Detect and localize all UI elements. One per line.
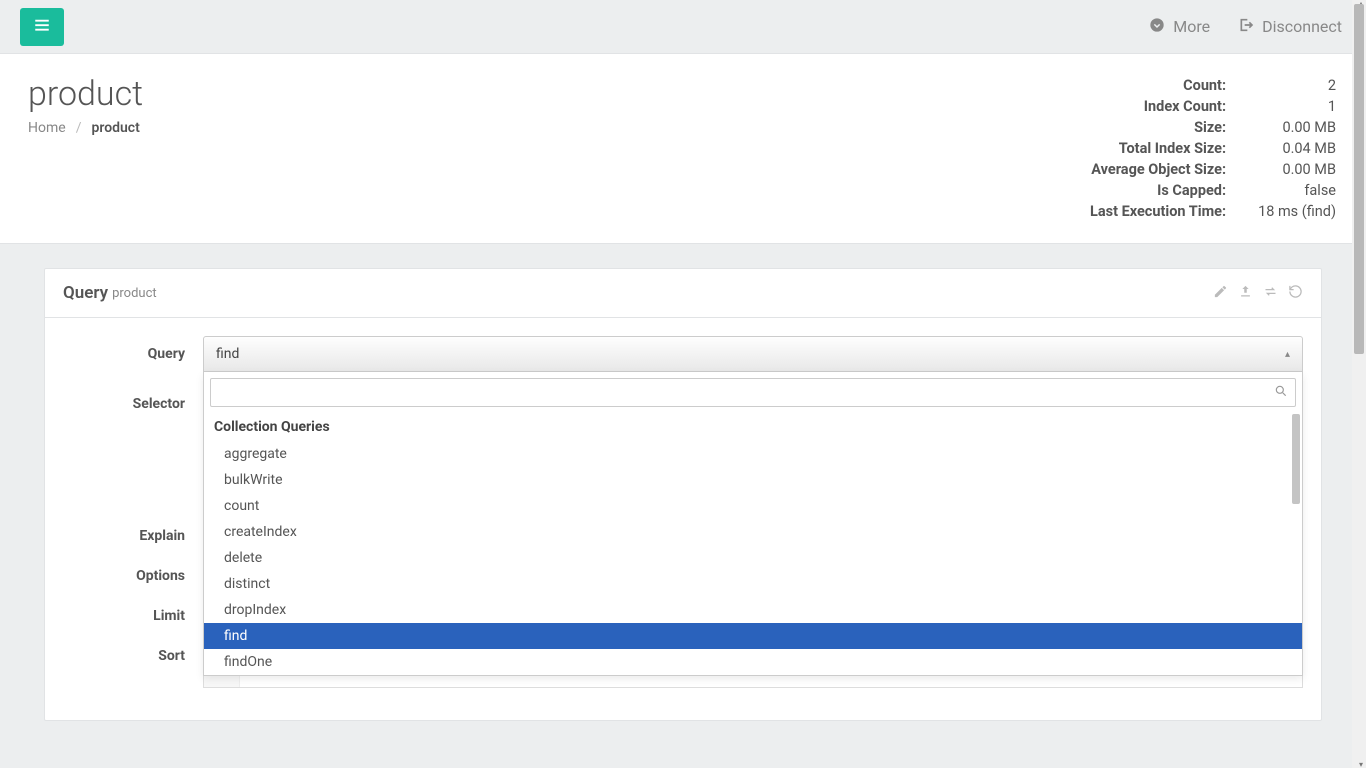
stat-label: Is Capped: xyxy=(1060,181,1226,200)
stat-value: 2 xyxy=(1228,76,1336,95)
query-dropdown: Collection Queries aggregatebulkWritecou… xyxy=(203,372,1303,676)
query-panel: Query product Query find ▴ xyxy=(44,268,1322,721)
search-icon xyxy=(1274,384,1288,402)
more-label: More xyxy=(1173,17,1210,36)
dropdown-item-findOne[interactable]: findOne xyxy=(204,649,1302,675)
stat-value: 0.00 MB xyxy=(1228,160,1336,179)
page-title: product xyxy=(28,74,1058,114)
stat-value: 0.04 MB xyxy=(1228,139,1336,158)
panel-title: Query xyxy=(63,283,108,303)
edit-icon[interactable] xyxy=(1213,284,1228,303)
disconnect-label: Disconnect xyxy=(1262,17,1342,36)
page-header: product Home / product Count:2 Index Cou… xyxy=(0,54,1366,244)
sort-field-label: Sort xyxy=(63,638,203,664)
breadcrumb: Home / product xyxy=(28,120,1058,136)
explain-field-label: Explain xyxy=(63,518,203,544)
page-scrollbar[interactable]: ▴ ▾ xyxy=(1352,0,1366,768)
stat-label: Count: xyxy=(1060,76,1226,95)
stat-label: Total Index Size: xyxy=(1060,139,1226,158)
dropdown-item-delete[interactable]: delete xyxy=(204,545,1302,571)
dropdown-item-bulkWrite[interactable]: bulkWrite xyxy=(204,467,1302,493)
topbar: More Disconnect xyxy=(0,0,1366,54)
dropdown-item-distinct[interactable]: distinct xyxy=(204,571,1302,597)
breadcrumb-current: product xyxy=(91,120,139,136)
menu-toggle-button[interactable] xyxy=(20,8,64,46)
dropdown-group-label: Collection Queries xyxy=(204,413,1302,441)
page-scrollbar-thumb[interactable] xyxy=(1354,4,1364,354)
breadcrumb-separator: / xyxy=(76,120,82,136)
selector-field-label: Selector xyxy=(63,386,203,412)
query-select[interactable]: find ▴ xyxy=(203,336,1303,372)
panel-subtitle: product xyxy=(112,286,157,301)
limit-field-label: Limit xyxy=(63,598,203,624)
stat-label: Average Object Size: xyxy=(1060,160,1226,179)
query-select-value: find xyxy=(216,346,239,362)
stat-label: Size: xyxy=(1060,118,1226,137)
breadcrumb-home[interactable]: Home xyxy=(28,120,66,136)
dropdown-search-input[interactable] xyxy=(210,378,1296,407)
swap-icon[interactable] xyxy=(1263,284,1278,303)
dropdown-item-createIndex[interactable]: createIndex xyxy=(204,519,1302,545)
history-icon[interactable] xyxy=(1288,284,1303,303)
stat-value: false xyxy=(1228,181,1336,200)
stat-value: 1 xyxy=(1228,97,1336,116)
query-field-label: Query xyxy=(63,336,203,362)
scroll-down-icon: ▾ xyxy=(1359,760,1363,768)
dropdown-list: Collection Queries aggregatebulkWritecou… xyxy=(204,413,1302,675)
caret-up-icon: ▴ xyxy=(1285,349,1290,360)
upload-icon[interactable] xyxy=(1238,284,1253,303)
collection-stats: Count:2 Index Count:1 Size:0.00 MB Total… xyxy=(1058,74,1338,223)
stat-label: Index Count: xyxy=(1060,97,1226,116)
stat-value: 0.00 MB xyxy=(1228,118,1336,137)
dropdown-item-count[interactable]: count xyxy=(204,493,1302,519)
stat-value: 18 ms (find) xyxy=(1228,202,1336,221)
sign-out-icon xyxy=(1238,17,1254,37)
stat-label: Last Execution Time: xyxy=(1060,202,1226,221)
bars-icon xyxy=(33,16,51,38)
dropdown-item-find[interactable]: find xyxy=(204,623,1302,649)
disconnect-link[interactable]: Disconnect xyxy=(1224,17,1356,37)
dropdown-item-aggregate[interactable]: aggregate xyxy=(204,441,1302,467)
panel-header: Query product xyxy=(45,269,1321,318)
dropdown-scrollbar-thumb[interactable] xyxy=(1292,414,1300,504)
chevron-down-circle-icon xyxy=(1149,17,1165,37)
options-field-label: Options xyxy=(63,558,203,584)
dropdown-item-dropIndex[interactable]: dropIndex xyxy=(204,597,1302,623)
more-link[interactable]: More xyxy=(1135,17,1224,37)
